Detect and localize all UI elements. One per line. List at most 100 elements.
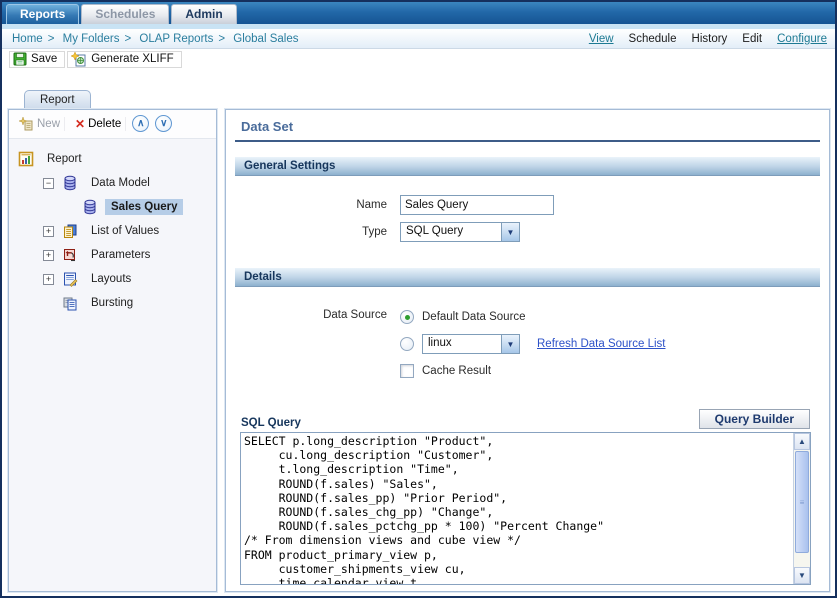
scroll-up-button[interactable]: ▲	[794, 433, 810, 450]
view-link[interactable]: View	[589, 33, 614, 45]
sql-query-label: SQL Query	[236, 417, 301, 429]
tab-reports[interactable]: Reports	[6, 4, 79, 24]
tree-item-label: Report	[41, 151, 88, 167]
details-form: Data Source Default Data Source linux ▼	[235, 287, 820, 399]
tree-item-data-model[interactable]: − Data Model	[9, 171, 216, 195]
tree-item-parameters[interactable]: + Parameters	[9, 243, 216, 267]
configure-link[interactable]: Configure	[777, 33, 827, 45]
data-source-label: Data Source	[235, 306, 387, 321]
general-settings-form: Name Type SQL Query ▼	[235, 176, 820, 253]
save-floppy-icon	[13, 52, 27, 66]
list-of-values-icon	[62, 223, 78, 239]
cache-result-checkbox[interactable]	[400, 364, 414, 378]
data-source-select[interactable]: linux ▼	[422, 334, 520, 354]
collapse-expander-icon[interactable]: −	[43, 178, 54, 189]
edit-link[interactable]: Edit	[742, 33, 762, 45]
delete-button[interactable]: ✕ Delete	[71, 117, 126, 131]
tab-schedules[interactable]: Schedules	[81, 4, 169, 24]
chevron-up-icon: ▲	[798, 437, 806, 446]
tree-item-label: Bursting	[85, 295, 139, 311]
breadcrumb-bar: Home > My Folders > OLAP Reports > Global S…	[2, 29, 835, 49]
default-data-source-label: Default Data Source	[422, 311, 526, 323]
tree-item-report[interactable]: Report	[9, 147, 216, 171]
tree-item-bursting[interactable]: Bursting	[9, 291, 216, 315]
dropdown-arrow-icon: ▼	[501, 335, 519, 353]
breadcrumb-separator: >	[218, 33, 225, 45]
custom-data-source-radio[interactable]	[400, 337, 414, 351]
workspace: Report New ✕ Delete ∧ ∨	[2, 68, 835, 596]
expand-expander-icon[interactable]: +	[43, 250, 54, 261]
save-button[interactable]: Save	[9, 51, 65, 68]
tab-admin[interactable]: Admin	[171, 4, 236, 24]
data-set-title: Data Set	[235, 117, 820, 142]
report-structure-panel: New ✕ Delete ∧ ∨ Report	[8, 109, 217, 592]
general-settings-header: General Settings	[235, 156, 820, 176]
sql-scrollbar[interactable]: ▲ ≡ ▼	[793, 433, 810, 584]
top-tab-bar: Reports Schedules Admin	[2, 2, 835, 24]
sql-query-editor[interactable]: SELECT p.long_description "Product", cu.…	[240, 432, 811, 585]
schedule-link[interactable]: Schedule	[629, 33, 677, 45]
scrollbar-thumb[interactable]: ≡	[795, 451, 809, 553]
bursting-icon	[62, 295, 78, 311]
breadcrumb-olap-reports[interactable]: OLAP Reports	[139, 33, 213, 45]
tree-item-label-selected: Sales Query	[105, 199, 183, 215]
panels: New ✕ Delete ∧ ∨ Report	[2, 109, 835, 596]
generate-xliff-label: Generate XLIFF	[91, 53, 173, 65]
tree-toolbar: New ✕ Delete ∧ ∨	[9, 110, 216, 139]
sql-query-header-row: SQL Query Query Builder	[236, 409, 819, 429]
tree-item-list-of-values[interactable]: + List of Values	[9, 219, 216, 243]
save-label: Save	[31, 53, 57, 65]
breadcrumb: Home > My Folders > OLAP Reports > Global S…	[12, 33, 298, 45]
database-icon	[82, 199, 98, 215]
breadcrumb-my-folders[interactable]: My Folders	[63, 33, 120, 45]
scroll-down-button[interactable]: ▼	[794, 567, 810, 584]
type-select[interactable]: SQL Query ▼	[400, 222, 520, 242]
report-icon	[18, 151, 34, 167]
breadcrumb-separator: >	[124, 33, 131, 45]
new-sparkle-icon	[19, 117, 34, 131]
name-input[interactable]	[400, 195, 554, 215]
delete-x-icon: ✕	[75, 117, 85, 131]
breadcrumb-global-sales[interactable]: Global Sales	[233, 33, 298, 45]
sql-query-text[interactable]: SELECT p.long_description "Product", cu.…	[241, 433, 793, 584]
new-label: New	[37, 118, 60, 130]
history-link[interactable]: History	[692, 33, 728, 45]
type-label: Type	[235, 226, 387, 238]
chevron-down-icon: ∨	[160, 118, 167, 129]
breadcrumb-separator: >	[48, 33, 55, 45]
breadcrumb-home[interactable]: Home	[12, 33, 43, 45]
move-up-button[interactable]: ∧	[132, 115, 149, 132]
bi-publisher-window: Reports Schedules Admin Home > My Folders…	[0, 0, 837, 598]
query-builder-button[interactable]: Query Builder	[699, 409, 810, 429]
new-button[interactable]: New	[15, 117, 65, 131]
move-down-button[interactable]: ∨	[155, 115, 172, 132]
name-label: Name	[235, 199, 387, 211]
parameters-icon	[62, 247, 78, 263]
tree-item-sales-query[interactable]: Sales Query	[9, 195, 216, 219]
tree-item-label: Data Model	[85, 175, 156, 191]
database-icon	[62, 175, 78, 191]
chevron-down-icon: ▼	[798, 571, 806, 580]
data-set-panel: Data Set General Settings Name Type SQL …	[225, 109, 830, 592]
thumb-grip-icon: ≡	[800, 498, 805, 507]
expand-expander-icon[interactable]: +	[43, 226, 54, 237]
header-actions: View Schedule History Edit Configure	[589, 33, 827, 45]
report-tree: Report − Data Model	[9, 139, 216, 315]
default-data-source-radio[interactable]	[400, 310, 414, 324]
cache-result-label: Cache Result	[422, 365, 491, 377]
tree-item-label: Layouts	[85, 271, 137, 287]
scrollbar-track[interactable]: ≡	[794, 450, 810, 567]
data-source-select-value: linux	[423, 335, 501, 353]
type-select-value: SQL Query	[401, 223, 501, 241]
tree-item-label: Parameters	[85, 247, 156, 263]
dropdown-arrow-icon: ▼	[501, 223, 519, 241]
expand-expander-icon[interactable]: +	[43, 274, 54, 285]
tree-item-label: List of Values	[85, 223, 165, 239]
tab-report[interactable]: Report	[24, 90, 91, 109]
generate-xliff-button[interactable]: Generate XLIFF	[67, 51, 181, 68]
refresh-data-source-link[interactable]: Refresh Data Source List	[537, 338, 665, 350]
generate-xliff-icon	[71, 52, 87, 67]
tree-item-layouts[interactable]: + Layouts	[9, 267, 216, 291]
chevron-up-icon: ∧	[137, 118, 144, 129]
layouts-icon	[62, 271, 78, 287]
